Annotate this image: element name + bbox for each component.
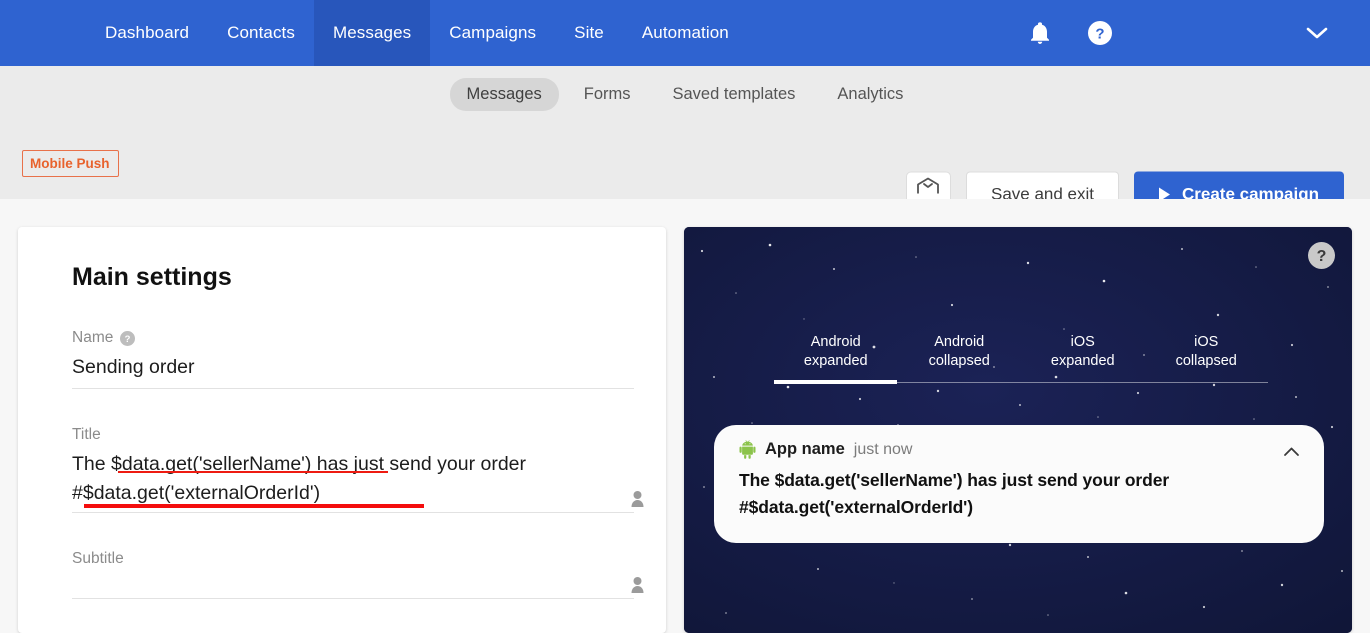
nav-item-campaigns[interactable]: Campaigns [430, 0, 555, 66]
nav-item-contacts[interactable]: Contacts [208, 0, 314, 66]
name-input[interactable]: Sending order [72, 347, 652, 388]
nav-item-site[interactable]: Site [555, 0, 623, 66]
top-nav-actions: ? [1029, 0, 1370, 66]
bell-icon[interactable] [1029, 21, 1051, 45]
action-bar: Mobile Push TEST Save and exit Create ca… [0, 122, 1370, 217]
notification-message: The $data.get('sellerName') has just sen… [739, 470, 1170, 517]
device-tab-ios-collapsed[interactable]: iOS collapsed [1145, 333, 1269, 381]
name-field-group: Name ? Sending order [72, 329, 652, 389]
device-tab-line2: collapsed [928, 353, 990, 369]
device-tab-line1: Android [934, 334, 985, 350]
annotation-underline-external-order-id [84, 504, 424, 508]
personalization-icon[interactable] [631, 577, 644, 593]
notification-preview-card: App name just now The $data.get('sellerN… [714, 425, 1324, 543]
subtitle-field-group: Subtitle [72, 550, 652, 599]
title-input[interactable]: The $data.get('sellerName') has just sen… [72, 444, 652, 512]
subtitle-field-label: Subtitle [72, 550, 652, 568]
tab-forms[interactable]: Forms [567, 78, 648, 111]
content-area: Main settings Name ? Sending order Title… [0, 199, 1370, 633]
tab-analytics[interactable]: Analytics [820, 78, 920, 111]
nav-item-dashboard[interactable]: Dashboard [86, 0, 208, 66]
tab-messages[interactable]: Messages [449, 77, 559, 111]
device-tab-line2: expanded [1050, 353, 1115, 369]
help-circle-icon[interactable]: ? [120, 330, 136, 346]
sub-navigation-tabs: Messages Forms Saved templates Analytics [0, 66, 1370, 122]
device-preview-tabs: Android expanded Android collapsed iOS e… [774, 333, 1268, 381]
open-envelope-icon [916, 177, 940, 199]
svg-text:?: ? [1095, 26, 1104, 43]
nav-item-automation[interactable]: Automation [623, 0, 748, 66]
device-tabs-active-indicator [774, 380, 897, 384]
name-input-underline [72, 388, 634, 389]
subtitle-input-underline [72, 598, 634, 599]
page-title: Main settings [72, 263, 232, 291]
title-field-label: Title [72, 426, 652, 444]
svg-text:?: ? [1317, 248, 1327, 265]
device-tab-line2: collapsed [1175, 353, 1237, 369]
channel-type-badge: Mobile Push [22, 150, 119, 177]
title-field-group: Title The $data.get('sellerName') has ju… [72, 426, 652, 513]
chevron-down-icon[interactable] [1149, 25, 1330, 41]
sub-header: Messages Forms Saved templates Analytics… [0, 66, 1370, 217]
subtitle-label-text: Subtitle [72, 550, 124, 567]
title-input-underline [72, 512, 634, 513]
preview-help-icon[interactable]: ? [1308, 242, 1335, 269]
title-label-text: Title [72, 426, 101, 443]
name-field-label: Name ? [72, 329, 652, 347]
device-tab-android-collapsed[interactable]: Android collapsed [898, 333, 1022, 381]
top-navigation-bar: Dashboard Contacts Messages Campaigns Si… [0, 0, 1370, 66]
device-tab-line1: iOS [1194, 334, 1219, 350]
tab-saved-templates[interactable]: Saved templates [656, 78, 813, 111]
top-nav-items: Dashboard Contacts Messages Campaigns Si… [86, 0, 748, 66]
help-circle-icon[interactable]: ? [1087, 20, 1113, 46]
message-preview-panel: ? Android expanded Android collapsed iOS… [684, 227, 1352, 633]
personalization-icon[interactable] [631, 491, 644, 507]
device-tab-line1: Android [810, 334, 861, 350]
name-label-text: Name [72, 329, 114, 346]
notification-app-name: App name [765, 440, 845, 458]
device-tab-ios-expanded[interactable]: iOS expanded [1021, 333, 1145, 381]
nav-item-messages[interactable]: Messages [313, 0, 431, 66]
main-settings-card: Main settings Name ? Sending order Title… [18, 227, 666, 633]
android-robot-icon [739, 440, 756, 459]
chevron-up-icon[interactable] [1283, 444, 1300, 456]
device-tab-line1: iOS [1070, 334, 1095, 350]
device-tab-line2: expanded [803, 353, 868, 369]
annotation-underline-seller-name [118, 471, 388, 473]
subtitle-input[interactable] [72, 568, 652, 598]
device-tab-android-expanded[interactable]: Android expanded [774, 333, 898, 381]
svg-text:?: ? [125, 334, 131, 345]
notification-timestamp: just now [853, 440, 913, 458]
notification-header: App name just now [739, 440, 1302, 459]
